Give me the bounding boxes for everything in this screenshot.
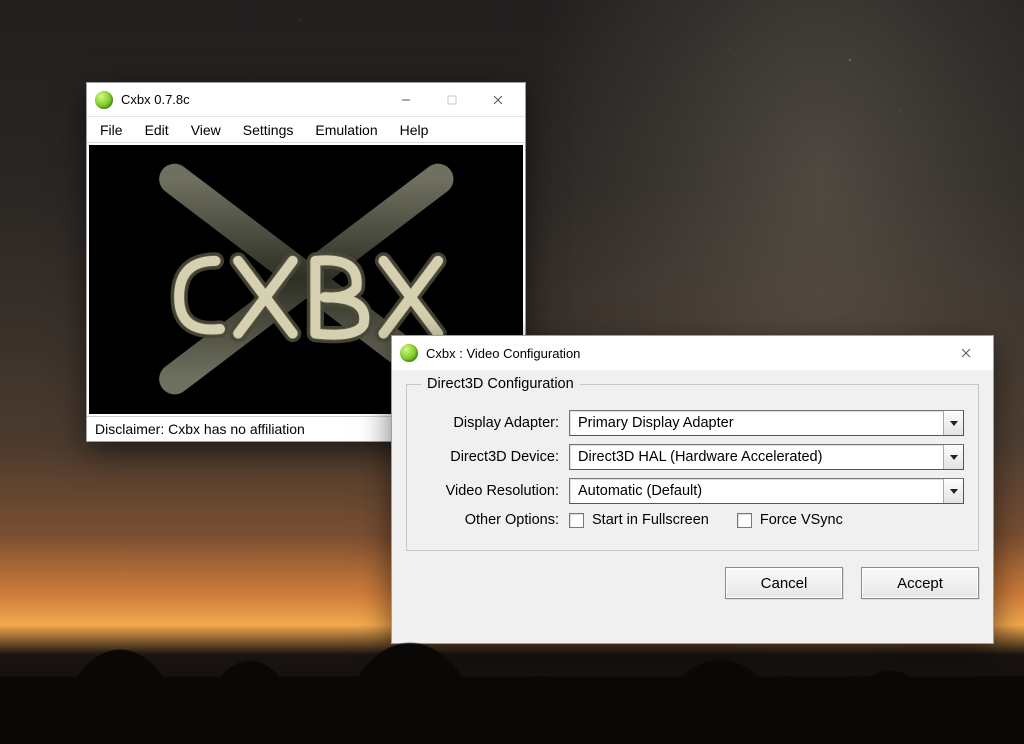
main-titlebar[interactable]: Cxbx 0.7.8c — [87, 83, 525, 117]
cxbx-app-icon — [400, 344, 418, 362]
main-window-title: Cxbx 0.7.8c — [121, 92, 383, 107]
checkbox-force-vsync[interactable]: Force VSync — [737, 512, 843, 528]
label-other-options: Other Options: — [421, 512, 569, 528]
combo-video-resolution[interactable]: Automatic (Default) — [569, 478, 964, 504]
combo-d3d-device-value: Direct3D HAL (Hardware Accelerated) — [570, 449, 943, 465]
desktop-wallpaper: Cxbx 0.7.8c File Edit View Settings Emul… — [0, 0, 1024, 744]
checkbox-start-fullscreen[interactable]: Start in Fullscreen — [569, 512, 709, 528]
chevron-down-icon[interactable] — [943, 411, 963, 435]
chevron-down-icon[interactable] — [943, 445, 963, 469]
menu-help[interactable]: Help — [389, 119, 440, 141]
checkbox-fullscreen-label: Start in Fullscreen — [592, 512, 709, 528]
group-caption: Direct3D Configuration — [421, 376, 580, 392]
menu-settings[interactable]: Settings — [232, 119, 305, 141]
chevron-down-icon[interactable] — [943, 479, 963, 503]
dialog-title: Cxbx : Video Configuration — [426, 346, 943, 361]
menubar: File Edit View Settings Emulation Help — [87, 117, 525, 143]
menu-file[interactable]: File — [89, 119, 134, 141]
label-d3d-device: Direct3D Device: — [421, 449, 569, 465]
menu-emulation[interactable]: Emulation — [304, 119, 388, 141]
minimize-button[interactable] — [383, 83, 429, 116]
combo-d3d-device[interactable]: Direct3D HAL (Hardware Accelerated) — [569, 444, 964, 470]
menu-view[interactable]: View — [180, 119, 232, 141]
maximize-button[interactable] — [429, 83, 475, 116]
combo-video-resolution-value: Automatic (Default) — [570, 483, 943, 499]
video-config-dialog: Cxbx : Video Configuration Direct3D Conf… — [391, 335, 994, 644]
cxbx-app-icon — [95, 91, 113, 109]
checkbox-vsync-label: Force VSync — [760, 512, 843, 528]
dialog-titlebar[interactable]: Cxbx : Video Configuration — [392, 336, 993, 370]
accept-button[interactable]: Accept — [861, 567, 979, 599]
close-button[interactable] — [475, 83, 521, 116]
checkbox-box-icon — [737, 513, 752, 528]
dialog-close-button[interactable] — [943, 336, 989, 370]
label-video-resolution: Video Resolution: — [421, 483, 569, 499]
menu-edit[interactable]: Edit — [134, 119, 180, 141]
label-display-adapter: Display Adapter: — [421, 415, 569, 431]
checkbox-box-icon — [569, 513, 584, 528]
combo-display-adapter-value: Primary Display Adapter — [570, 415, 943, 431]
d3d-config-group: Direct3D Configuration Display Adapter: … — [406, 376, 979, 551]
cancel-button[interactable]: Cancel — [725, 567, 843, 599]
combo-display-adapter[interactable]: Primary Display Adapter — [569, 410, 964, 436]
